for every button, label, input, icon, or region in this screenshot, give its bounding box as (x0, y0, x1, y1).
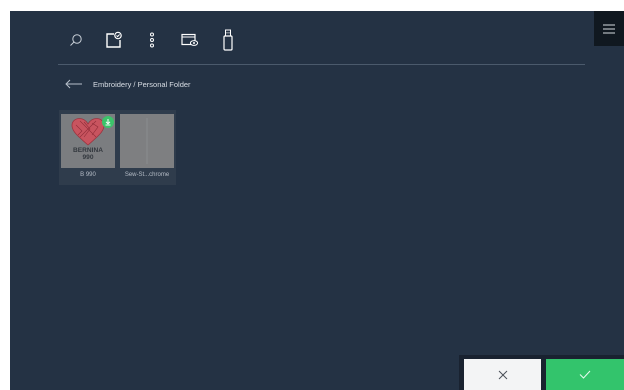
preview-icon (181, 33, 199, 47)
breadcrumb-path: Embroidery / Personal Folder (93, 79, 191, 89)
download-badge (102, 116, 114, 128)
close-icon (498, 370, 508, 380)
back-arrow-icon (65, 79, 83, 89)
file-tile-sew-st[interactable]: Sew-St...chrome (120, 114, 174, 184)
action-bar (459, 355, 624, 390)
preview-button[interactable] (179, 27, 201, 53)
new-design-icon (105, 31, 123, 49)
heart-embroidery-icon (70, 117, 106, 147)
app-screen: Embroidery / Personal Folder BERNINA 990 (10, 11, 624, 390)
search-button[interactable] (65, 27, 87, 53)
file-thumbnail (120, 114, 174, 168)
new-design-button[interactable] (103, 27, 125, 53)
usb-stick-icon (223, 29, 233, 51)
more-options-icon (149, 32, 155, 48)
main-menu-button[interactable] (594, 11, 624, 46)
checkmark-icon (579, 370, 591, 379)
file-grid: BERNINA 990 B 990 Sew-St...chrome (59, 110, 176, 185)
cancel-button[interactable] (464, 359, 541, 390)
file-thumbnail: BERNINA 990 (61, 114, 115, 168)
hamburger-menu-icon (603, 24, 615, 34)
usb-button[interactable] (217, 27, 239, 53)
file-name: Sew-St...chrome (124, 172, 170, 178)
file-name: B 990 (80, 172, 96, 178)
brand-line-2: 990 (82, 154, 94, 161)
more-options-button[interactable] (141, 27, 163, 53)
breadcrumb: Embroidery / Personal Folder (65, 76, 191, 92)
confirm-button[interactable] (546, 359, 624, 390)
back-button[interactable] (65, 76, 85, 92)
download-icon (104, 118, 112, 126)
stitch-line-icon (146, 118, 148, 164)
file-tile-b990[interactable]: BERNINA 990 B 990 (61, 114, 115, 184)
brand-line-1: BERNINA (72, 147, 104, 154)
toolbar (65, 25, 239, 55)
toolbar-divider (58, 64, 585, 65)
search-icon (69, 33, 83, 47)
brand-text: BERNINA 990 (61, 147, 115, 161)
